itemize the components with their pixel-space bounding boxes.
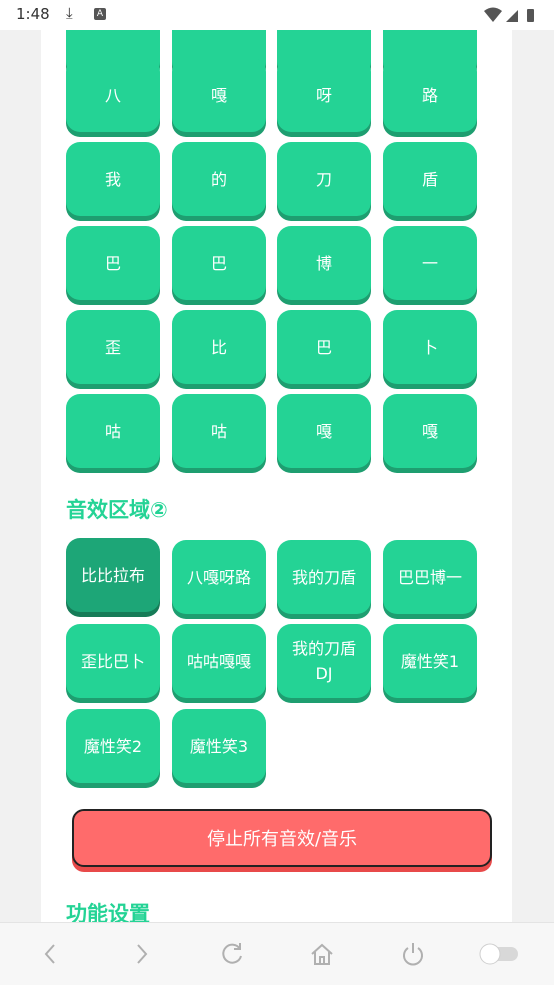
sound-pad-wodedaodun-dj[interactable]: 我的刀盾DJ xyxy=(277,624,371,698)
sound-pad-bibilabu[interactable]: 比比拉布 xyxy=(66,538,160,612)
toggle-icon[interactable] xyxy=(478,940,522,968)
char-pad[interactable]: 巴 xyxy=(172,226,266,300)
status-bar: 1:48 ⤓ A xyxy=(0,0,554,30)
browser-nav-bar xyxy=(0,922,554,985)
sound-pad-moxingxiao-3[interactable]: 魔性笑3 xyxy=(172,709,266,783)
char-pad[interactable]: 的 xyxy=(172,142,266,216)
power-icon[interactable] xyxy=(399,940,427,968)
sound-pad-moxingxiao-1[interactable]: 魔性笑1 xyxy=(383,624,477,698)
char-pad[interactable]: 盾 xyxy=(383,142,477,216)
refresh-icon[interactable] xyxy=(218,940,246,968)
sound-pad-waibibabu[interactable]: 歪比巴卜 xyxy=(66,624,160,698)
status-icons xyxy=(484,7,534,22)
sound-pad-moxingxiao-2[interactable]: 魔性笑2 xyxy=(66,709,160,783)
home-icon[interactable] xyxy=(308,940,336,968)
a-badge-icon: A xyxy=(94,8,106,20)
wifi-icon xyxy=(484,7,502,22)
char-pad[interactable]: 一 xyxy=(383,226,477,300)
char-pad[interactable]: 嘎 xyxy=(277,394,371,468)
char-pad[interactable]: 嘎 xyxy=(383,394,477,468)
sound-page: 八 嘎 呀 路 我 的 刀 盾 巴 巴 博 一 歪 比 巴 卜 咕 咕 嘎 嘎 … xyxy=(41,30,512,922)
char-pad[interactable]: 巴 xyxy=(66,226,160,300)
sound-pad-gugugaga[interactable]: 咕咕嘎嘎 xyxy=(172,624,266,698)
status-time: 1:48 xyxy=(16,5,50,23)
sound-pad-bababoyi[interactable]: 巴巴博一 xyxy=(383,540,477,614)
char-pad[interactable]: 咕 xyxy=(172,394,266,468)
char-pad[interactable]: 巴 xyxy=(277,310,371,384)
char-pad[interactable]: 刀 xyxy=(277,142,371,216)
char-pad[interactable]: 歪 xyxy=(66,310,160,384)
char-pad[interactable]: 嘎 xyxy=(172,58,266,132)
char-pad[interactable]: 比 xyxy=(172,310,266,384)
battery-icon xyxy=(527,9,534,22)
char-pad[interactable]: 路 xyxy=(383,58,477,132)
char-pad[interactable]: 咕 xyxy=(66,394,160,468)
char-pad[interactable]: 呀 xyxy=(277,58,371,132)
download-icon: ⤓ xyxy=(66,4,73,22)
char-pad[interactable]: 八 xyxy=(66,58,160,132)
signal-icon xyxy=(506,10,518,22)
char-pad[interactable]: 卜 xyxy=(383,310,477,384)
section-title-sound-area-2: 音效区域② xyxy=(66,498,168,522)
forward-icon[interactable] xyxy=(127,940,155,968)
char-pad[interactable]: 博 xyxy=(277,226,371,300)
section-title-settings: 功能设置 xyxy=(66,902,150,922)
sound-pad-wodedaodun[interactable]: 我的刀盾 xyxy=(277,540,371,614)
back-icon[interactable] xyxy=(37,940,65,968)
stop-all-button[interactable]: 停止所有音效/音乐 xyxy=(72,809,492,867)
sound-pad-bagayalu[interactable]: 八嘎呀路 xyxy=(172,540,266,614)
char-pad[interactable]: 我 xyxy=(66,142,160,216)
